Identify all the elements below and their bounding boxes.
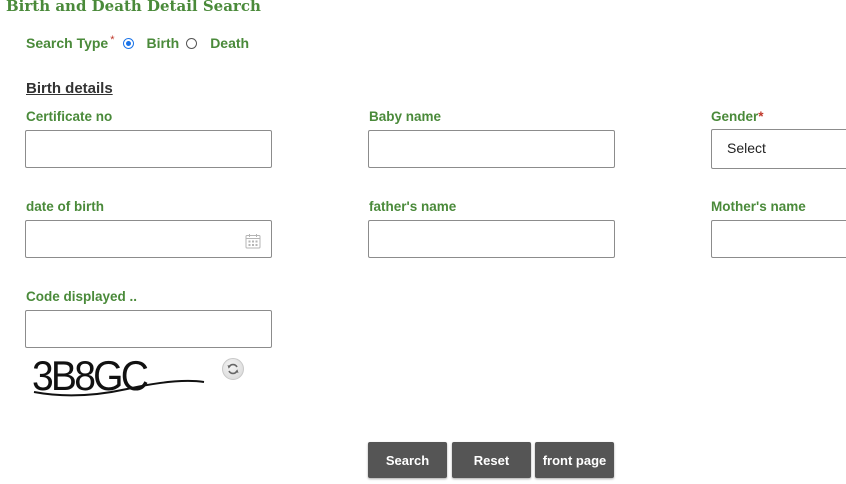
page-title: Birth and Death Detail Search bbox=[6, 0, 261, 15]
captcha-image: 3B8GC bbox=[32, 352, 207, 402]
fathers-name-input[interactable] bbox=[368, 220, 615, 258]
mothers-name-input[interactable] bbox=[711, 220, 846, 258]
gender-label: Gender bbox=[711, 109, 759, 124]
birth-details-heading: Birth details bbox=[26, 80, 113, 97]
front-page-button[interactable]: front page bbox=[535, 442, 614, 478]
required-mark: * bbox=[110, 34, 115, 46]
gender-label-wrap: Gender* bbox=[711, 109, 764, 124]
mothers-name-label: Mother's name bbox=[711, 199, 806, 214]
certificate-no-label: Certificate no bbox=[26, 109, 113, 124]
fathers-name-label: father's name bbox=[369, 199, 457, 214]
refresh-icon[interactable] bbox=[222, 358, 244, 380]
search-button[interactable]: Search bbox=[368, 442, 447, 478]
date-of-birth-label: date of birth bbox=[26, 199, 104, 214]
reset-button[interactable]: Reset bbox=[452, 442, 531, 478]
gender-select[interactable]: Select bbox=[711, 129, 846, 169]
captcha-noise bbox=[33, 379, 205, 397]
baby-name-input[interactable] bbox=[368, 130, 615, 168]
gender-required-mark: * bbox=[758, 109, 764, 124]
search-type-label: Search Type bbox=[26, 35, 109, 51]
radio-birth[interactable] bbox=[122, 37, 134, 49]
gender-selected-value: Select bbox=[727, 140, 766, 156]
search-type-group: Search Type * Birth Death bbox=[26, 34, 249, 51]
radio-death[interactable] bbox=[186, 37, 198, 49]
code-displayed-label: Code displayed .. bbox=[26, 289, 138, 304]
radio-birth-label[interactable]: Birth bbox=[147, 35, 180, 51]
code-input[interactable] bbox=[25, 310, 272, 348]
calendar-icon[interactable] bbox=[245, 233, 261, 249]
date-of-birth-input[interactable] bbox=[25, 220, 272, 258]
radio-death-label[interactable]: Death bbox=[210, 35, 249, 51]
refresh-arrows-icon bbox=[227, 363, 239, 375]
certificate-no-input[interactable] bbox=[25, 130, 272, 168]
baby-name-label: Baby name bbox=[369, 109, 442, 124]
